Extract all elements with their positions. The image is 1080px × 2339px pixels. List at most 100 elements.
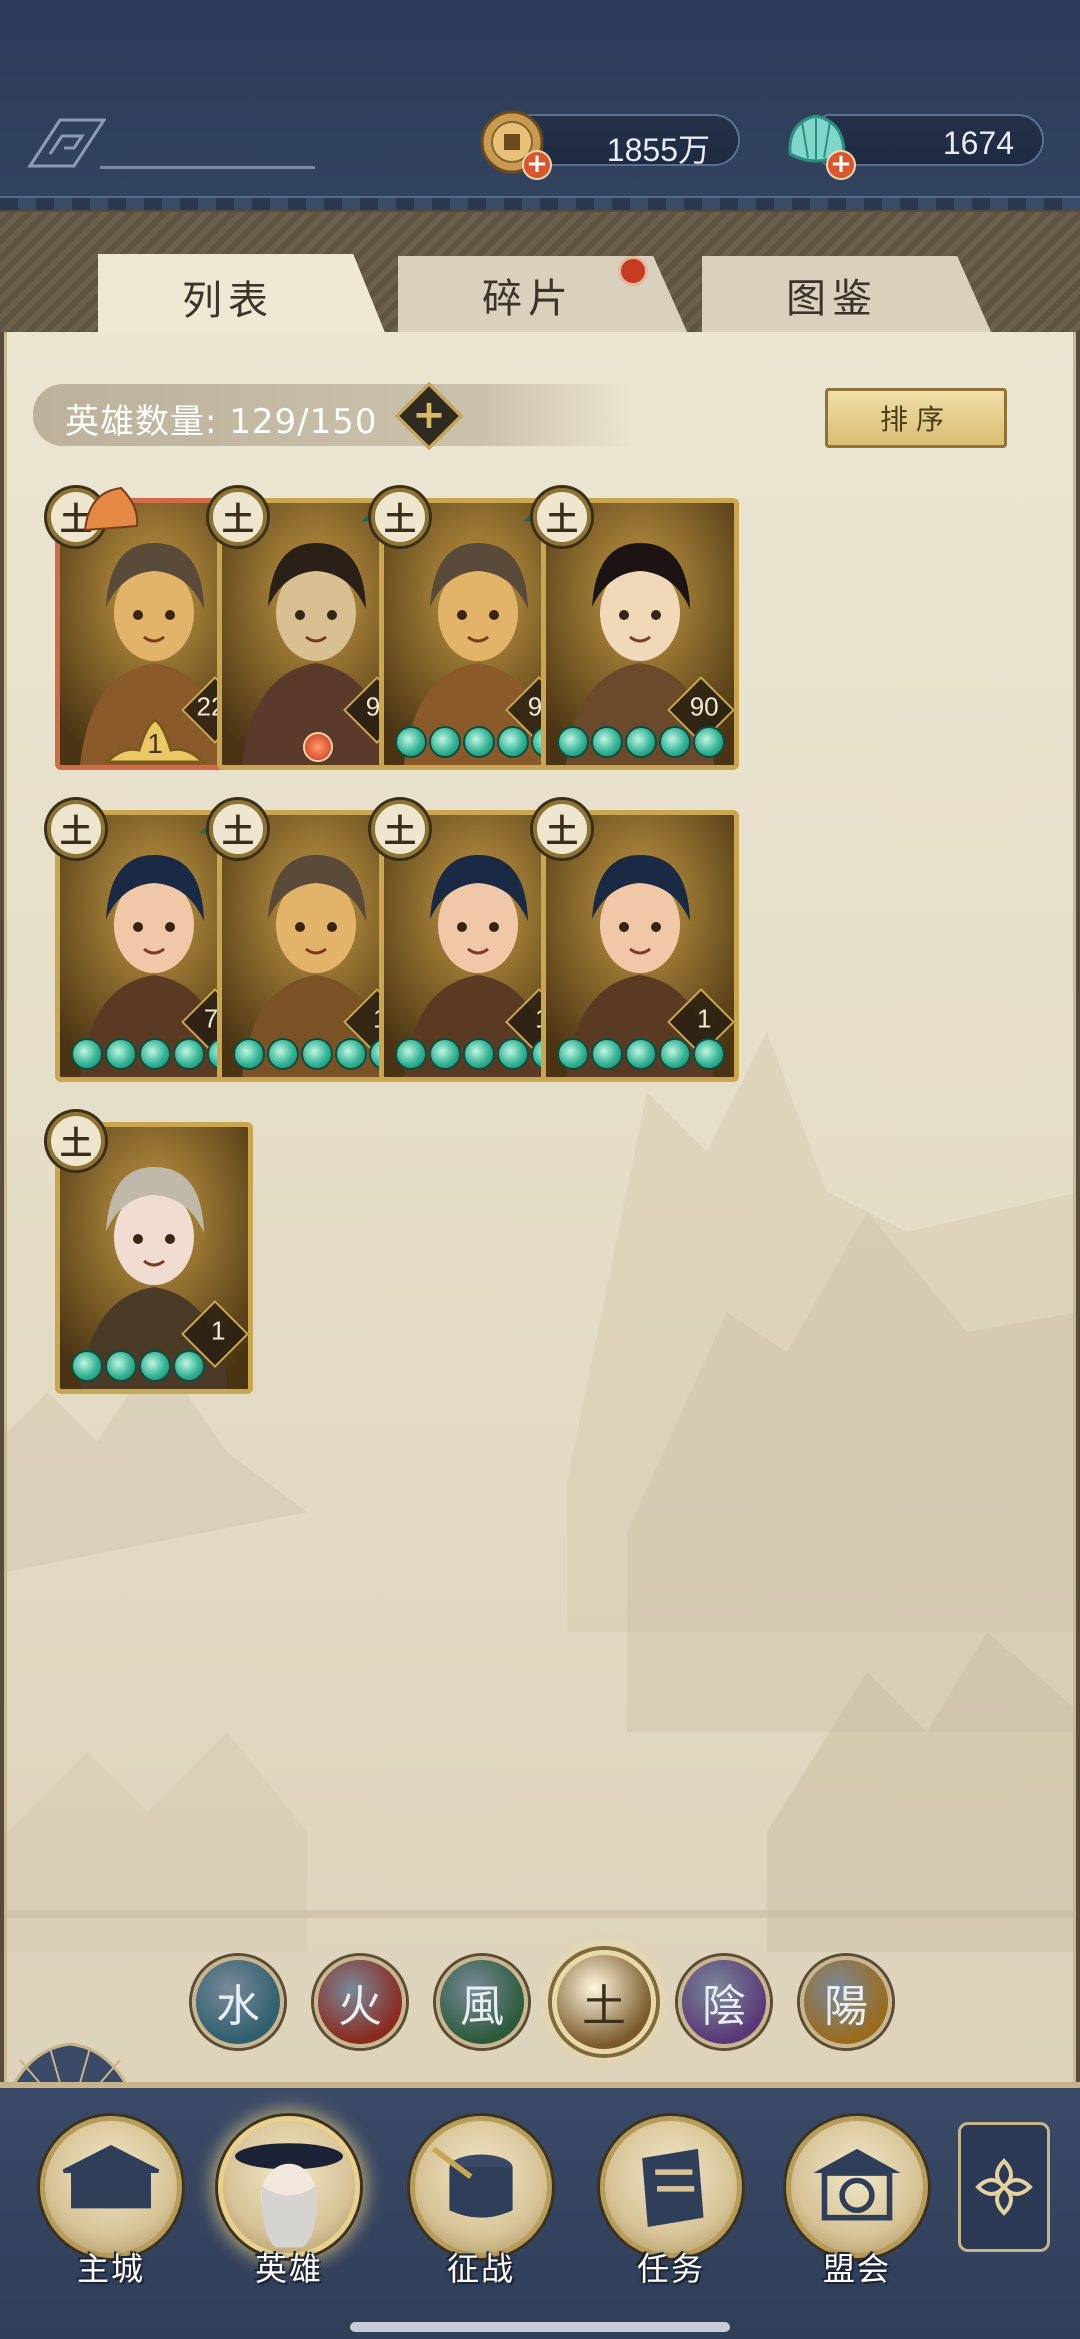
earth-element-icon: 土 [533,800,591,858]
jade-star-icon [591,726,623,758]
sort-button[interactable]: 排序 [825,388,1007,448]
jade-star-icon [105,1038,137,1070]
jade-star-icon [591,1038,623,1070]
star-rating [71,1350,205,1384]
tab-fragments-label: 碎片 [482,276,574,322]
add-jade-button[interactable]: + [826,150,856,180]
coin-counter[interactable]: 1855万 + [478,110,748,180]
star-rating [395,1038,563,1072]
jade-star-icon [625,1038,657,1070]
jade-star-icon [395,726,427,758]
earth-element-icon: 土 [209,800,267,858]
jade-star-icon [659,1038,691,1070]
jade-star-icon [301,1038,333,1070]
hero-card[interactable]: 土1 [47,1112,253,1394]
element-filter-button[interactable]: 土 [552,1950,656,2054]
plus-icon: + [412,392,446,438]
element-filter-button[interactable]: 陰 [678,1956,770,2048]
top-bar: 1855万 + 1674 + [0,0,1080,210]
jade-star-icon [139,1350,171,1382]
coin-pill: 1855万 [518,114,740,168]
rank-crest: 1 [103,716,207,766]
jade-star-icon [693,1038,725,1070]
jade-star-icon [659,726,691,758]
add-coin-button[interactable]: + [522,150,552,180]
header-divider [100,166,315,169]
header-pattern [0,196,1080,210]
expand-capacity-button[interactable]: + [395,382,463,450]
hero-list-panel: 英雄数量: 129/150 + 排序 土 224 1 土 98 土 90 土 90 土 70 土 1 土 1… [4,332,1076,2092]
hero-count-text: 英雄数量: 129/150 [65,394,378,443]
tab-codex[interactable]: 图鉴 [702,256,992,334]
jade-star-icon [173,1350,205,1382]
jade-star-icon [429,1038,461,1070]
jade-star-icon [267,1038,299,1070]
jade-star-icon [139,1038,171,1070]
nav-item[interactable]: 主城 [36,2116,186,2288]
star-rating [233,1038,401,1072]
fan-ornament-icon [81,486,141,532]
jade-star-icon [71,1038,103,1070]
tab-list[interactable]: 列表 [98,254,388,340]
fire-orb-icon [303,732,333,762]
earth-element-icon: 土 [47,1112,105,1170]
tab-list-label: 列表 [182,278,274,324]
coin-value: 1855万 [606,132,710,168]
jade-star-icon [429,726,461,758]
jade-star-icon [105,1350,137,1382]
hero-level: 1 [210,1315,226,1346]
jade-star-icon [497,1038,529,1070]
hero-card[interactable]: 土 90 [533,488,739,770]
earth-element-icon: 土 [533,488,591,546]
hero-level: 1 [696,1003,712,1034]
tab-codex-label: 图鉴 [786,276,878,322]
notification-dot [618,256,648,286]
nav-label: 征战 [446,2250,515,2288]
nav-label: 英雄 [254,2250,323,2288]
hero-level: 90 [689,691,719,722]
element-filter: 水火風土陰陽 [190,1950,892,2054]
hero-count-bar: 英雄数量: 129/150 + [33,382,633,450]
nav-item[interactable]: 英雄 [214,2116,364,2288]
jade-star-icon [557,726,589,758]
nav-item[interactable]: 任务 [596,2116,746,2288]
jade-star-icon [497,726,529,758]
lattice-menu-icon [975,2158,1033,2216]
earth-element-icon: 土 [209,488,267,546]
jade-star-icon [693,726,725,758]
scroll-icon [600,2116,742,2258]
bottom-nav: 主城 英雄 征战 任务 盟会 [0,2082,1080,2339]
jade-star-icon [625,726,657,758]
hero-card[interactable]: 土1 [533,800,739,1082]
home-indicator[interactable] [350,2322,730,2332]
jade-star-icon [233,1038,265,1070]
hero-count-label: 英雄数量: [65,402,218,442]
cloud-pattern-icon [27,118,106,168]
more-menu-button[interactable] [958,2122,1050,2252]
nav-item[interactable]: 征战 [406,2116,556,2288]
star-rating [557,1038,725,1072]
nav-label: 任务 [636,2250,705,2288]
jade-star-icon [463,1038,495,1070]
pavilion-icon [786,2116,928,2258]
jade-counter[interactable]: 1674 + [782,110,1052,180]
jade-star-icon [557,1038,589,1070]
rank-number: 1 [147,728,163,759]
jade-pill: 1674 [822,114,1044,166]
element-filter-button[interactable]: 風 [436,1956,528,2048]
star-rating [71,1038,239,1072]
jade-star-icon [71,1350,103,1382]
nav-item[interactable]: 盟会 [782,2116,932,2288]
jade-value: 1674 [942,125,1014,161]
jade-star-icon [335,1038,367,1070]
element-filter-button[interactable]: 火 [314,1956,406,2048]
star-rating [395,726,563,760]
element-filter-button[interactable]: 水 [192,1956,284,2048]
star-rating [557,726,725,760]
earth-element-icon: 土 [371,800,429,858]
war-drum-icon [410,2116,552,2258]
element-filter-button[interactable]: 陽 [800,1956,892,2048]
city-gate-icon [40,2116,182,2258]
jade-star-icon [463,726,495,758]
jade-star-icon [173,1038,205,1070]
